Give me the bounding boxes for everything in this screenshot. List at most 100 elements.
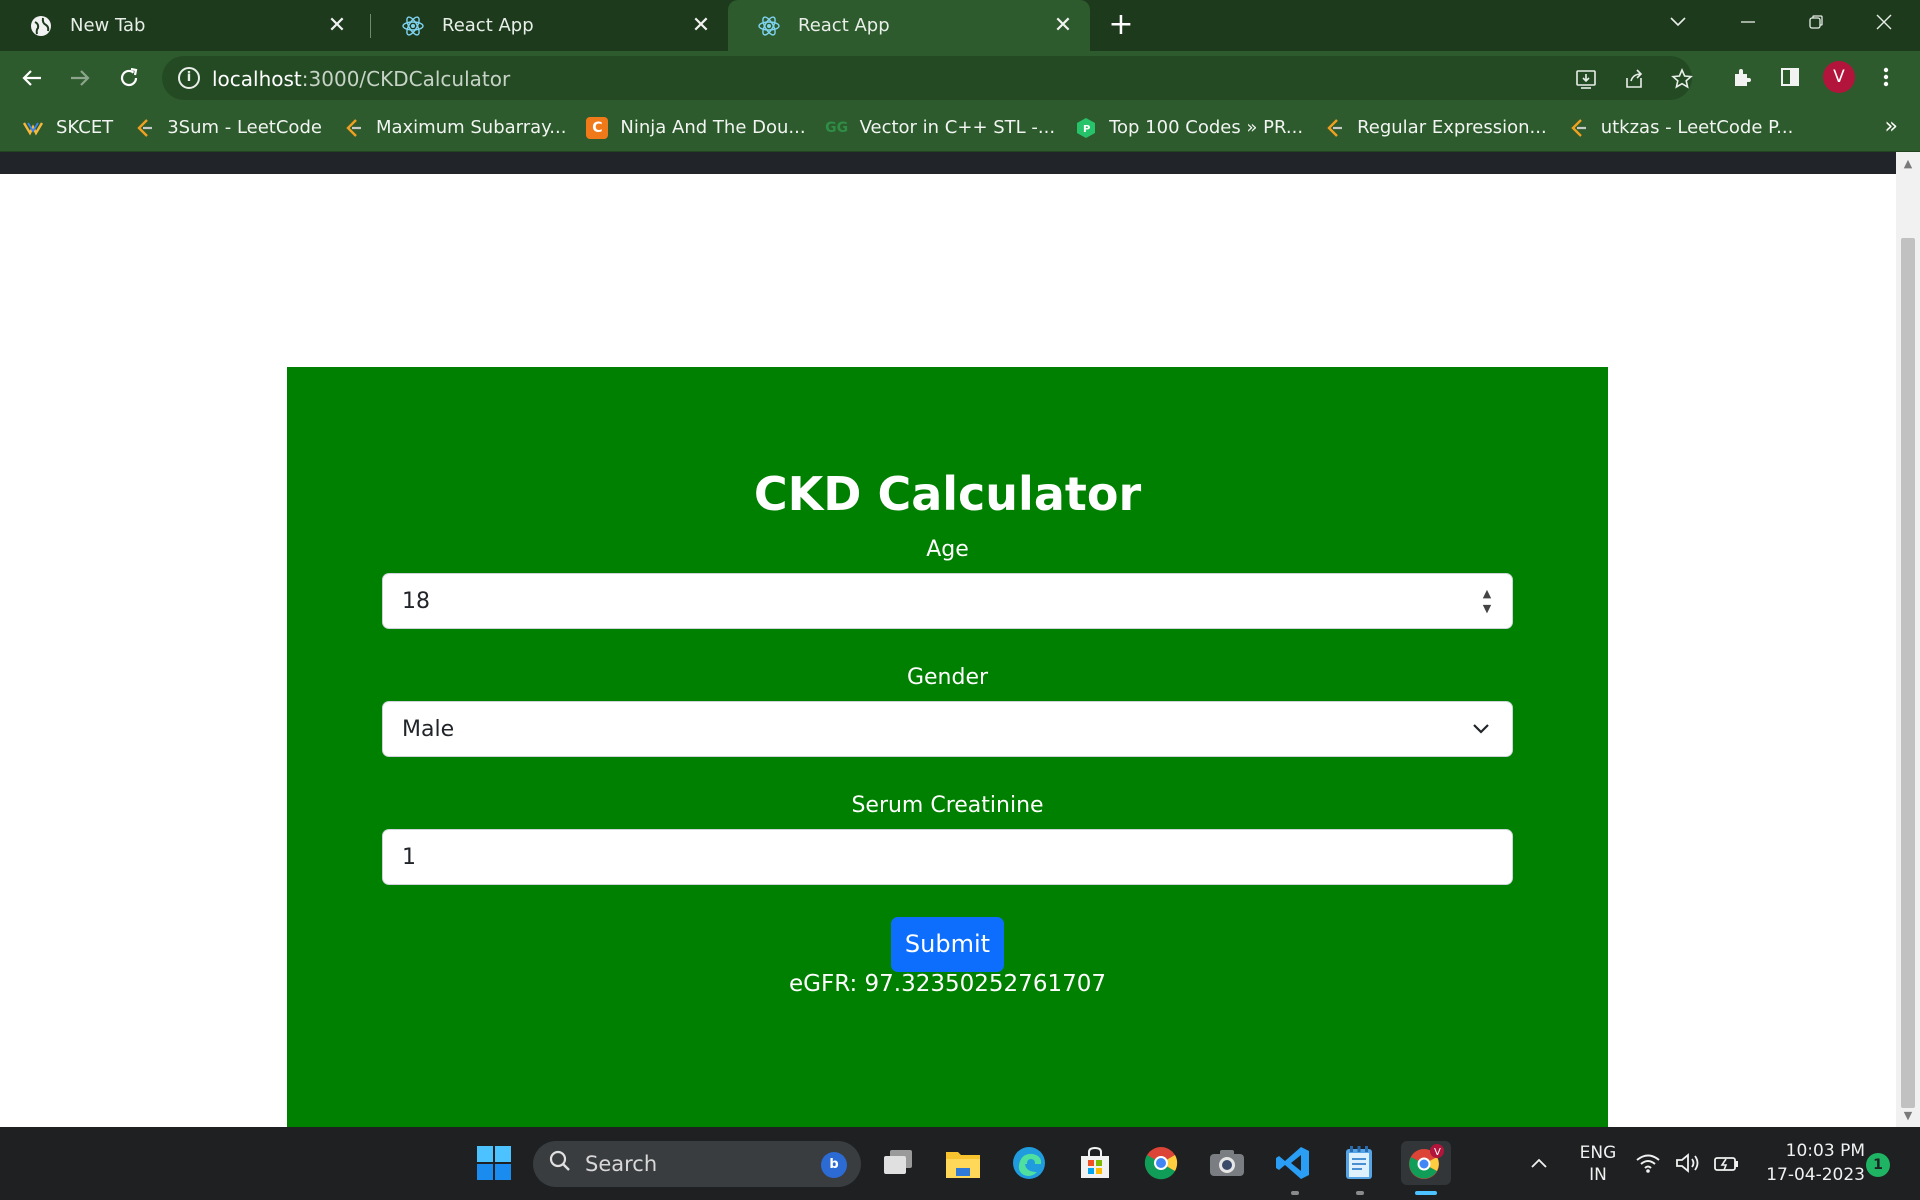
back-icon[interactable]	[15, 61, 49, 95]
scrollbar-thumb[interactable]	[1901, 238, 1915, 1108]
leetcode-icon	[1323, 117, 1345, 139]
ckd-calculator-card: CKD Calculator Age 18 ▲ ▼ Gender Male Ser…	[287, 367, 1608, 1127]
side-panel-icon[interactable]	[1774, 61, 1806, 93]
install-app-icon[interactable]	[1572, 65, 1600, 93]
chrome-profile-active-icon[interactable]: V	[1401, 1141, 1451, 1185]
notification-badge[interactable]: 1	[1866, 1153, 1890, 1177]
bookmark-3sum[interactable]: 3Sum - LeetCode	[133, 117, 322, 139]
running-indicator	[1356, 1191, 1364, 1195]
vscode-icon[interactable]	[1271, 1141, 1315, 1185]
bookmark-label: Vector in C++ STL -...	[859, 117, 1056, 138]
bookmark-ninja[interactable]: C Ninja And The Dou...	[586, 116, 806, 139]
egfr-result: eGFR: 97.32350252761707	[789, 971, 1106, 997]
bookmark-label: 3Sum - LeetCode	[167, 117, 322, 138]
leetcode-icon	[1567, 117, 1589, 139]
minimize-icon[interactable]	[1724, 4, 1772, 40]
notepad-icon[interactable]	[1337, 1141, 1381, 1185]
navbar-strip	[0, 152, 1896, 174]
volume-icon[interactable]	[1670, 1141, 1706, 1185]
wifi-icon[interactable]	[1630, 1141, 1666, 1185]
leetcode-icon	[133, 117, 155, 139]
running-indicator	[1291, 1191, 1299, 1195]
microsoft-store-icon[interactable]	[1073, 1141, 1117, 1185]
close-tab-icon[interactable]: ✕	[688, 13, 714, 39]
tab-title: New Tab	[70, 15, 146, 36]
menu-kebab-icon[interactable]	[1870, 61, 1902, 93]
react-icon	[402, 15, 424, 37]
restore-icon[interactable]	[1792, 4, 1840, 40]
search-placeholder: Search	[585, 1152, 658, 1176]
gender-select[interactable]: Male	[382, 701, 1513, 757]
tab-new-tab[interactable]: New Tab ✕	[0, 0, 364, 51]
edge-icon[interactable]	[1007, 1141, 1051, 1185]
leetcode-icon	[342, 117, 364, 139]
bookmark-utkzas[interactable]: utkzas - LeetCode P...	[1567, 117, 1794, 139]
file-explorer-icon[interactable]	[941, 1141, 985, 1185]
bookmark-regex[interactable]: Regular Expression...	[1323, 117, 1547, 139]
bookmark-top100[interactable]: P Top 100 Codes » PR...	[1075, 117, 1303, 139]
skcet-icon	[22, 117, 44, 139]
scroll-down-icon[interactable]: ▼	[1902, 1110, 1914, 1122]
page-viewport: CKD Calculator Age 18 ▲ ▼ Gender Male Ser…	[0, 152, 1896, 1127]
bing-icon[interactable]: b	[821, 1152, 847, 1178]
bookmark-label: utkzas - LeetCode P...	[1600, 117, 1794, 138]
gender-label: Gender	[906, 665, 989, 690]
clock-date: 17-04-2023	[1766, 1165, 1865, 1185]
close-tab-icon[interactable]: ✕	[324, 13, 350, 39]
tab-search-icon[interactable]	[1654, 4, 1702, 40]
windows-start-icon[interactable]	[472, 1141, 516, 1185]
language-indicator[interactable]: ENG IN	[1572, 1142, 1624, 1186]
codingninjas-icon: C	[586, 116, 609, 139]
clock[interactable]: 10:03 PM 17-04-2023	[1745, 1139, 1865, 1187]
address-bar[interactable]: i localhost:3000/CKDCalculator	[162, 56, 1693, 100]
page-title: CKD Calculator	[753, 467, 1142, 521]
site-info-icon[interactable]: i	[178, 67, 200, 89]
age-input[interactable]: 18 ▲ ▼	[382, 573, 1513, 629]
bookmarks-overflow-icon[interactable]: »	[1885, 114, 1898, 139]
age-value: 18	[402, 588, 430, 614]
new-tab-icon[interactable]: +	[1105, 10, 1137, 42]
battery-icon[interactable]	[1708, 1141, 1744, 1185]
number-spinner-icon[interactable]: ▲ ▼	[1480, 586, 1494, 618]
browser-toolbar: i localhost:3000/CKDCalculator V	[0, 51, 1920, 104]
active-indicator	[1415, 1191, 1437, 1195]
creatinine-input[interactable]: 1	[382, 829, 1513, 885]
search-icon	[549, 1150, 571, 1178]
svg-text:V: V	[1434, 1147, 1441, 1158]
submit-button[interactable]: Submit	[891, 917, 1004, 972]
extensions-icon[interactable]	[1727, 61, 1759, 93]
chrome-icon[interactable]	[1139, 1141, 1183, 1185]
bookmark-vector[interactable]: GG Vector in C++ STL -...	[825, 117, 1056, 139]
chevron-down-icon	[1470, 717, 1492, 739]
close-window-icon[interactable]	[1860, 4, 1908, 40]
bookmark-maximum-subarray[interactable]: Maximum Subarray...	[342, 117, 566, 139]
gender-value: Male	[402, 716, 455, 742]
globe-icon	[30, 15, 52, 37]
bookmark-skcet[interactable]: SKCET	[22, 117, 113, 139]
close-tab-icon[interactable]: ✕	[1050, 13, 1076, 39]
tab-react-app-active[interactable]: React App ✕	[728, 0, 1090, 51]
taskbar-search[interactable]: Search b	[533, 1141, 861, 1187]
tab-divider	[370, 14, 371, 38]
chevron-up-icon[interactable]	[1517, 1141, 1561, 1185]
profile-avatar[interactable]: V	[1823, 61, 1855, 93]
gfg-icon: GG	[825, 119, 849, 136]
scroll-up-icon[interactable]: ▲	[1902, 158, 1914, 170]
camera-icon[interactable]	[1205, 1141, 1249, 1185]
age-label: Age	[926, 537, 969, 562]
reload-icon[interactable]	[112, 61, 146, 95]
bookmark-star-icon[interactable]	[1668, 65, 1696, 93]
windows-taskbar: Search b V ENG IN 10:03 PM 17-04-2023	[0, 1127, 1920, 1200]
forward-icon[interactable]	[63, 61, 97, 95]
page-scrollbar[interactable]: ▲ ▼	[1896, 152, 1920, 1127]
url-text: localhost:3000/CKDCalculator	[212, 67, 511, 91]
creatinine-value: 1	[402, 844, 416, 870]
bookmark-label: Top 100 Codes » PR...	[1109, 117, 1304, 138]
tab-title: React App	[442, 15, 534, 36]
language-region: IN	[1589, 1165, 1607, 1185]
bookmark-label: Maximum Subarray...	[375, 117, 567, 138]
task-view-icon[interactable]	[876, 1141, 920, 1185]
svg-text:P: P	[1083, 124, 1090, 135]
share-icon[interactable]	[1620, 65, 1648, 93]
tab-react-app[interactable]: React App ✕	[372, 0, 728, 51]
